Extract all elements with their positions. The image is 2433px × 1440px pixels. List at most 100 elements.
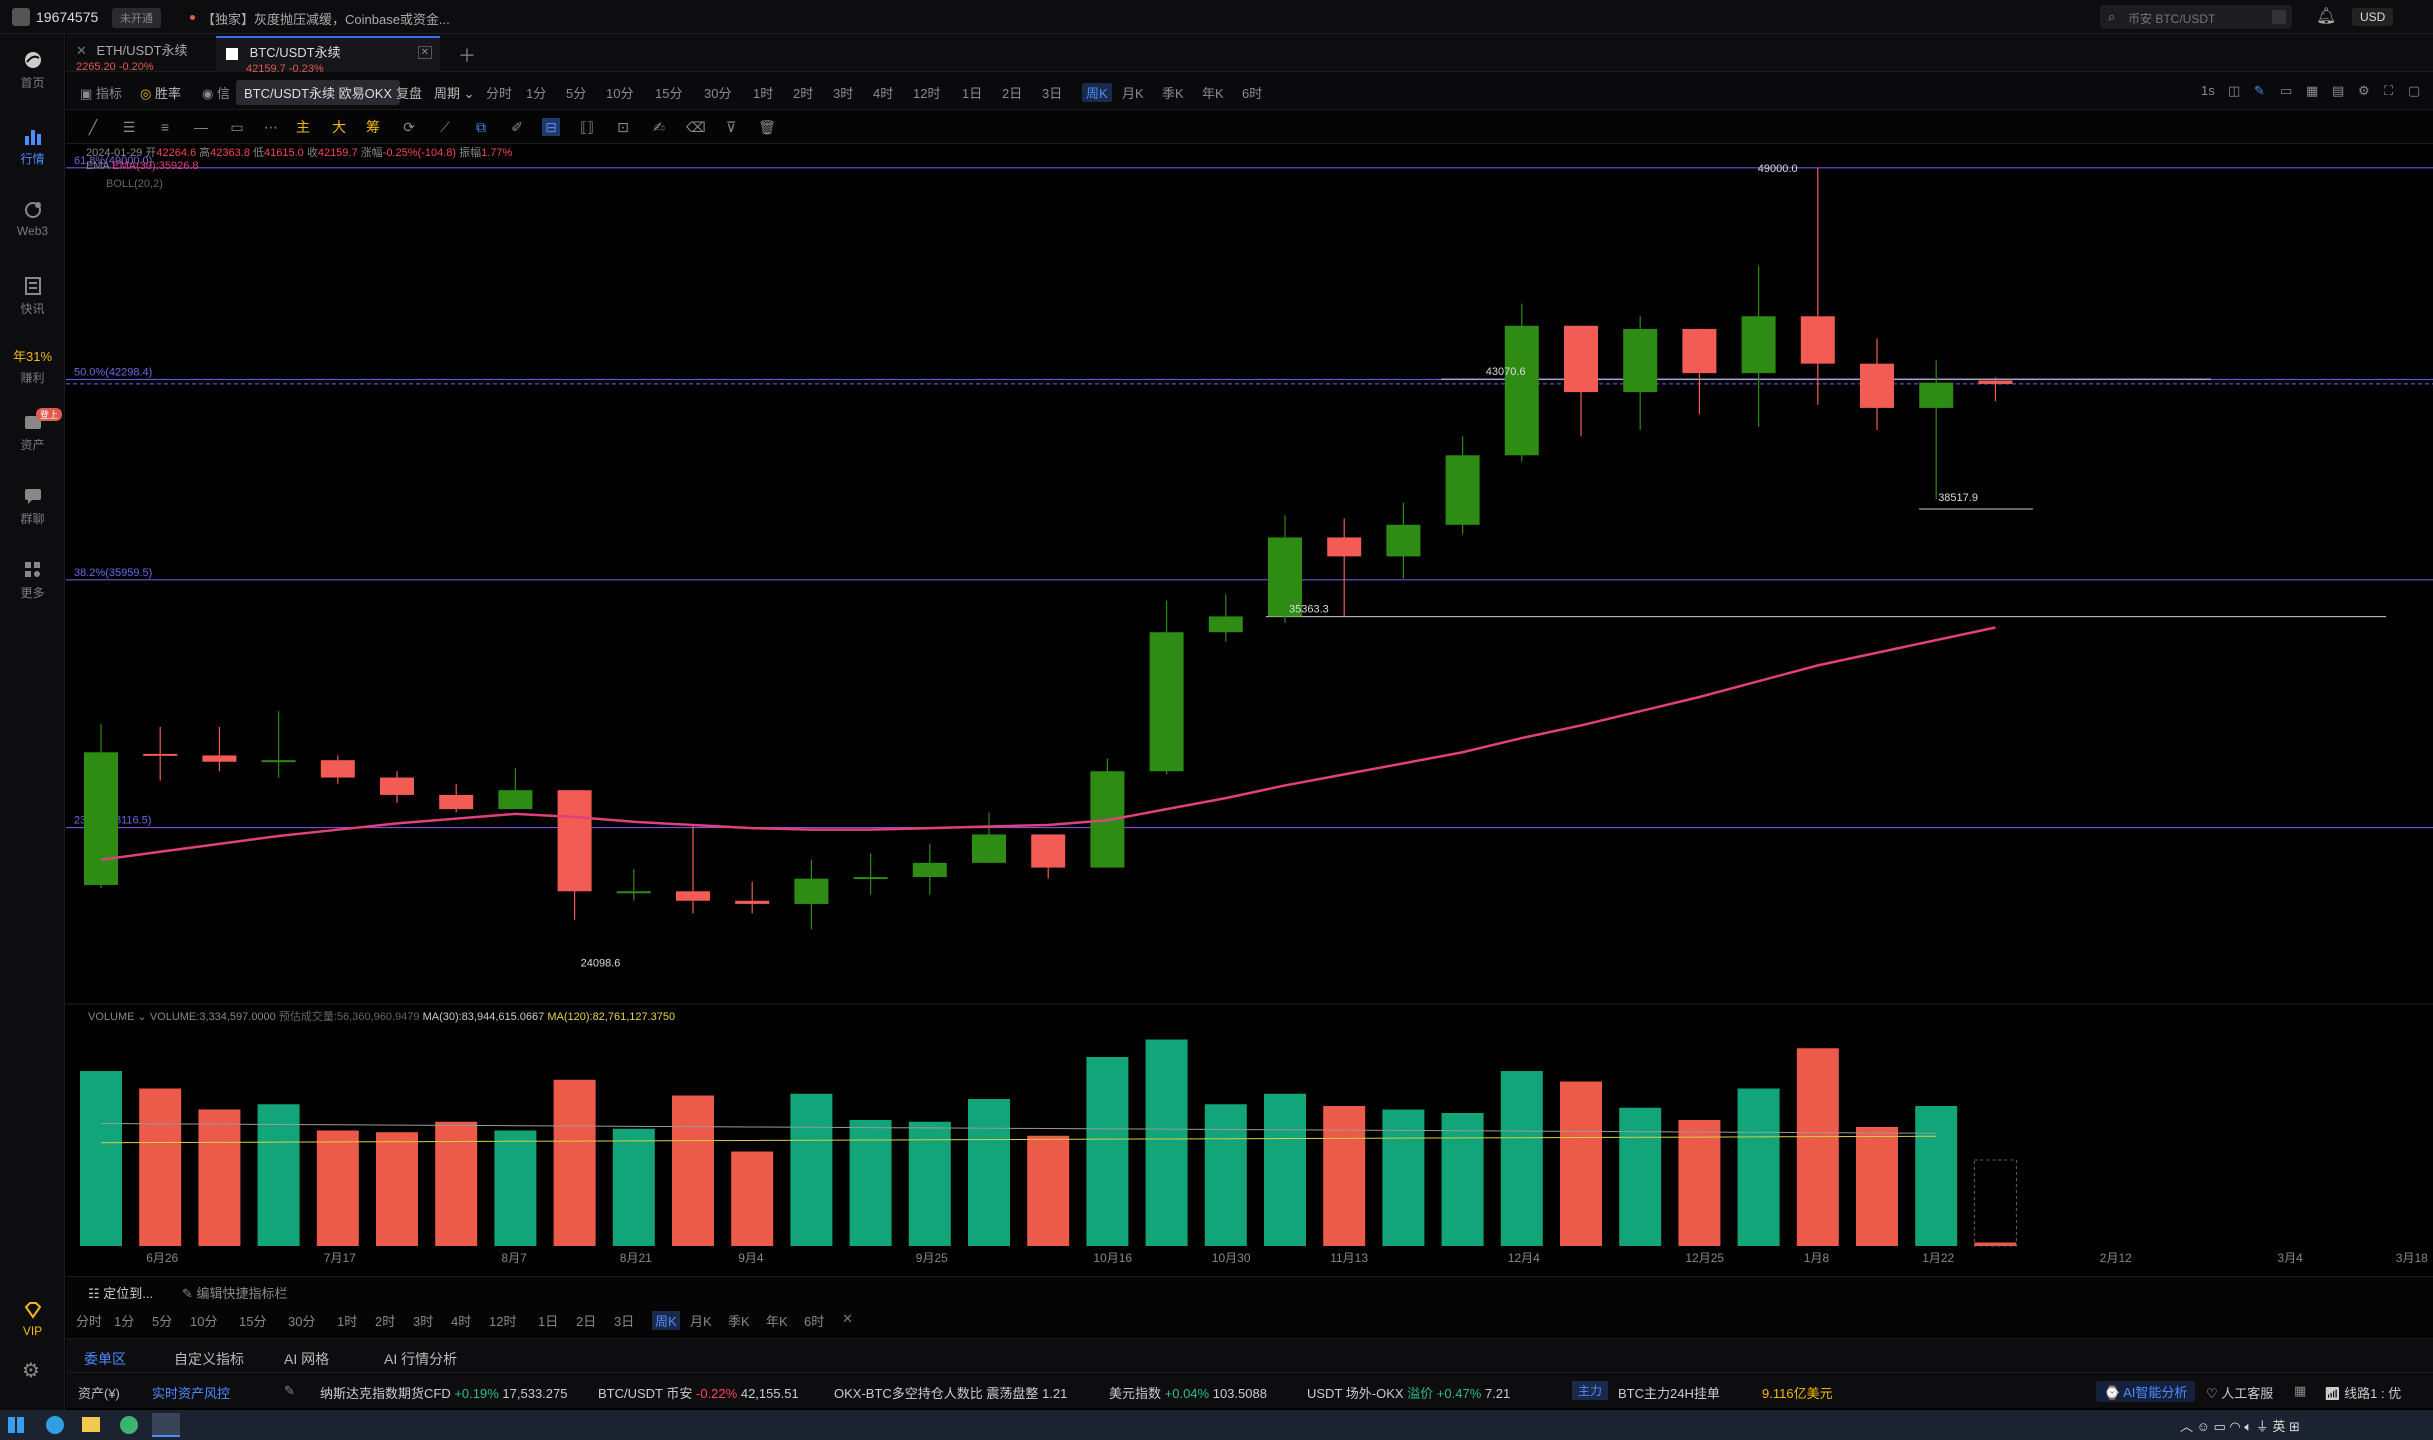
camera-icon[interactable]: ◫ (2228, 83, 2240, 99)
interval-5[interactable]: 30分 (704, 83, 731, 102)
windows-start-icon[interactable] (8, 1417, 24, 1433)
interval-14[interactable]: 周K (1082, 83, 1112, 102)
tab-close-icon[interactable]: ✕ (417, 46, 432, 59)
bottom-interval-5[interactable]: 30分 (288, 1311, 315, 1330)
ema-legend[interactable]: EMA EMA(30):35926.8 (86, 160, 199, 172)
ticker-item[interactable]: 美元指数 +0.04% 103.5088 (1109, 1383, 1267, 1402)
indicator-button[interactable]: ▣ 指标 (80, 83, 122, 102)
rectangle-icon[interactable]: ▭ (228, 118, 246, 136)
interval-16[interactable]: 季K (1162, 83, 1184, 102)
user-avatar[interactable] (12, 8, 30, 26)
copy-icon[interactable]: ⧉ (472, 118, 490, 136)
goto-button[interactable]: ☷ 定位到... (88, 1283, 153, 1302)
bottom-interval-8[interactable]: 3时 (413, 1311, 433, 1330)
bottom-interval-18[interactable]: 6时 (804, 1311, 824, 1330)
risk-control-link[interactable]: 实时资产风控 (152, 1383, 230, 1402)
filter-icon[interactable]: ⊽ (722, 118, 740, 136)
bottom-interval-4[interactable]: 15分 (239, 1311, 266, 1330)
interval-15[interactable]: 月K (1122, 83, 1144, 102)
signal-button[interactable]: ◉ 信 (202, 83, 230, 102)
realtime-interval-button[interactable]: 1s (2201, 83, 2215, 98)
parallel-lines-icon[interactable]: ☰ (120, 118, 138, 136)
search-box[interactable]: ⌕ 币安 BTC/USDT (2100, 5, 2292, 29)
sidebar-item-market[interactable]: 行情 (0, 126, 65, 167)
interval-9[interactable]: 4时 (873, 83, 893, 102)
boll-legend[interactable]: BOLL(20,2) (106, 178, 163, 190)
file-explorer-icon[interactable] (82, 1417, 100, 1432)
tab-custom-indicator[interactable]: 自定义指标 (174, 1349, 244, 1369)
main-force-icon[interactable]: 主 (294, 118, 312, 136)
interval-8[interactable]: 3时 (833, 83, 853, 102)
interval-1[interactable]: 1分 (526, 83, 546, 102)
currency-select[interactable]: USD (2352, 8, 2394, 26)
bottom-interval-9[interactable]: 4时 (451, 1311, 471, 1330)
sidebar-item-news[interactable]: 快讯 (0, 276, 65, 317)
ticker-item[interactable]: USDT 场外-OKX 溢价 +0.47% 7.21 (1307, 1383, 1510, 1402)
replay-button[interactable]: 复盘 (396, 83, 422, 102)
rotate-icon[interactable]: ⟳ (400, 118, 418, 136)
close-interval-bar-icon[interactable]: ✕ (842, 1311, 853, 1327)
bottom-interval-13[interactable]: 3日 (614, 1311, 634, 1330)
measure-icon[interactable]: ⟋ (436, 118, 454, 136)
sidebar-item-vip[interactable]: VIP (0, 1300, 65, 1338)
fullscreen-icon[interactable]: ⛶ (2384, 83, 2393, 99)
customer-service-button[interactable]: ♡ 人工客服 (2206, 1383, 2273, 1402)
interval-4[interactable]: 15分 (655, 83, 682, 102)
bottom-interval-3[interactable]: 10分 (190, 1311, 217, 1330)
compare-icon[interactable]: ⟦⟧ (578, 118, 596, 136)
interval-17[interactable]: 年K (1202, 83, 1224, 102)
interval-7[interactable]: 2时 (793, 83, 813, 102)
pen-icon[interactable]: ✎ (2254, 83, 2265, 99)
settings-gear-icon[interactable]: ⚙ (22, 1358, 40, 1383)
interval-12[interactable]: 2日 (1002, 83, 1022, 102)
interval-0[interactable]: 分时 (486, 83, 512, 102)
edge-browser-icon[interactable] (46, 1416, 64, 1434)
horizontal-line-icon[interactable]: — (192, 118, 210, 136)
note-icon[interactable]: ✍ (650, 118, 668, 136)
news-headline[interactable]: 【独家】灰度抛压减缓，Coinbase或资金... (202, 9, 450, 28)
lock-icon[interactable]: ⊡ (614, 118, 632, 136)
bottom-interval-15[interactable]: 月K (690, 1311, 712, 1330)
interval-11[interactable]: 1日 (962, 83, 982, 102)
edit-shortcut-bar-button[interactable]: ✎ 编辑快捷指标栏 (182, 1283, 288, 1302)
period-menu[interactable]: 周期 ⌄ (434, 83, 475, 102)
candlestick-chart[interactable]: 61.8%(49000.0)50.0%(42298.4)38.2%(35959.… (66, 144, 2433, 1264)
edit-ticker-icon[interactable]: ✎ (284, 1383, 295, 1399)
interval-6[interactable]: 1时 (753, 83, 773, 102)
dots-tool-icon[interactable]: ⋯ (262, 118, 280, 136)
ticker-item[interactable]: BTC/USDT 币安 -0.22% 42,155.51 (598, 1383, 799, 1402)
assets-label[interactable]: 资产(¥) (78, 1383, 120, 1402)
sidebar-item-more[interactable]: 更多 (0, 560, 65, 601)
layout-icon[interactable]: ▭ (2280, 83, 2292, 99)
tab-close-icon[interactable]: ✕ (76, 43, 87, 58)
eraser-icon[interactable]: ⌫ (686, 118, 706, 136)
network-line[interactable]: 📶︎ 线路1 : 优 (2324, 1383, 2401, 1402)
status-badge[interactable]: 未开通 (112, 8, 161, 28)
add-tab-icon[interactable]: ＋ (458, 42, 476, 68)
magnet-icon[interactable]: ⊟ (542, 118, 560, 136)
winrate-button[interactable]: ◎ 胜率 (140, 83, 181, 102)
bottom-interval-10[interactable]: 12时 (489, 1311, 516, 1330)
notification-bell-icon[interactable]: 🔔︎ (2316, 6, 2336, 26)
trading-app-icon[interactable] (152, 1413, 180, 1437)
bottom-interval-11[interactable]: 1日 (538, 1311, 558, 1330)
bottom-interval-1[interactable]: 1分 (114, 1311, 134, 1330)
calculator-icon[interactable]: ▦ (2294, 1383, 2306, 1399)
chart-area[interactable]: 61.8%(49000.0) 50.0%(42298.4) 38.2%(35959.… (66, 144, 2433, 1264)
screen-icon[interactable]: ▢ (2408, 83, 2420, 99)
grid-layout-icon[interactable]: ▦ (2306, 83, 2318, 99)
ticker-item[interactable]: 纳斯达克指数期货CFD +0.19% 17,533.275 (320, 1383, 568, 1402)
sidebar-item-chat[interactable]: 群聊 (0, 486, 65, 527)
ticker-item[interactable]: OKX-BTC多空持仓人数比 震荡盘整 1.21 (834, 1383, 1067, 1402)
bottom-interval-7[interactable]: 2时 (375, 1311, 395, 1330)
interval-10[interactable]: 12时 (913, 83, 940, 102)
window-icon[interactable]: ▤ (2332, 83, 2344, 99)
trash-icon[interactable]: 🗑︎ (758, 118, 776, 136)
search-input[interactable]: 币安 BTC/USDT (2128, 10, 2215, 27)
sidebar-item-assets[interactable]: 登上 资产 (0, 408, 65, 453)
symbol-pill[interactable]: BTC/USDT永续 欧易OKX (236, 80, 401, 105)
sidebar-item-home[interactable]: 首页 (0, 50, 65, 91)
user-id[interactable]: 19674575 (36, 9, 98, 25)
bottom-interval-17[interactable]: 年K (766, 1311, 788, 1330)
chrome-icon[interactable] (120, 1416, 138, 1434)
